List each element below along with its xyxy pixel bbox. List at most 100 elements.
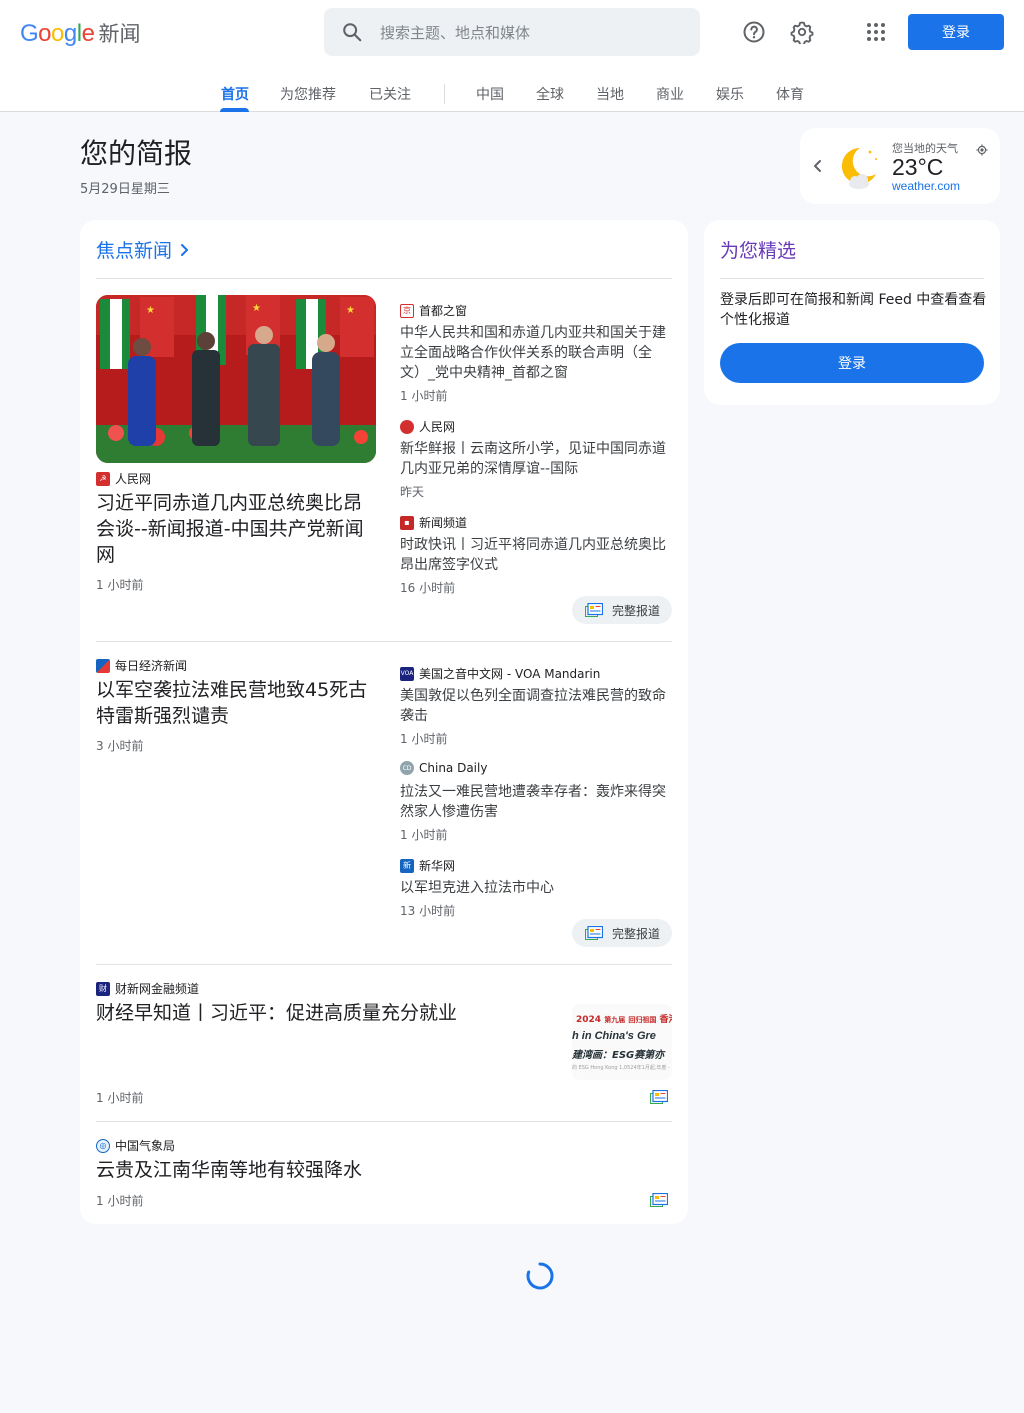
story-time: 1 小时前 bbox=[96, 578, 144, 592]
source-name: 美国之音中文网 - VOA Mandarin bbox=[419, 667, 601, 681]
svg-text:★: ★ bbox=[252, 303, 261, 314]
source-label[interactable]: 财 财新网金融频道 bbox=[96, 980, 199, 997]
thumbnail-text: 第九届 bbox=[604, 1016, 626, 1024]
story-time: 1 小时前 bbox=[400, 732, 448, 746]
people-daily-logo-icon: ☭ bbox=[96, 471, 110, 486]
source-label[interactable]: 人民网 bbox=[400, 418, 455, 435]
divider bbox=[96, 1121, 672, 1122]
help-icon[interactable] bbox=[738, 16, 770, 48]
full-coverage-button[interactable]: 完整报道 bbox=[572, 596, 672, 624]
full-coverage-icon[interactable] bbox=[650, 1192, 669, 1207]
picks-sign-in-button[interactable]: 登录 bbox=[720, 343, 984, 383]
tab-for-you[interactable]: 为您推荐 bbox=[280, 84, 336, 104]
topic-tabs: 首页 为您推荐 已关注 中国 全球 当地 商业 娱乐 体育 bbox=[0, 72, 1024, 112]
xinhua-logo-icon: 新 bbox=[400, 858, 414, 873]
tab-following[interactable]: 已关注 bbox=[369, 84, 411, 104]
source-label[interactable]: ▪ 新闻频道 bbox=[400, 514, 467, 531]
full-coverage-icon bbox=[585, 602, 604, 617]
source-label[interactable]: ◎ 中国气象局 bbox=[96, 1137, 175, 1154]
story-thumbnail[interactable]: 2024 第九届 回归祖国 香港 h in China's Gre 建湾画：ES… bbox=[572, 1004, 672, 1080]
top-stories-header[interactable]: 焦点新闻 bbox=[96, 236, 190, 263]
search-icon[interactable] bbox=[324, 8, 380, 56]
divider bbox=[96, 278, 672, 279]
source-label[interactable]: 京 首都之窗 bbox=[400, 302, 467, 319]
source-name: 每日经济新闻 bbox=[115, 659, 188, 673]
crescent-moon-cloud-icon bbox=[834, 142, 884, 192]
logo-news-label: 新闻 bbox=[98, 22, 141, 46]
story-time: 1 小时前 bbox=[400, 828, 448, 842]
tab-home[interactable]: 首页 bbox=[221, 84, 249, 104]
thumbnail-text: 2024 bbox=[576, 1015, 602, 1025]
story-time: 13 小时前 bbox=[400, 904, 456, 918]
related-headline[interactable]: 美国敦促以色列全面调查拉法难民营的致命袭击 bbox=[400, 686, 672, 726]
weather-source-link[interactable]: weather.com bbox=[892, 179, 960, 193]
caixin-logo-icon: 财 bbox=[96, 981, 110, 996]
svg-text:★: ★ bbox=[146, 305, 155, 316]
source-label[interactable]: 每日经济新闻 bbox=[96, 657, 187, 674]
related-headline[interactable]: 新华鲜报丨云南这所小学，见证中国同赤道几内亚兄弟的深情厚谊--国际 bbox=[400, 439, 672, 479]
people-daily-logo-icon bbox=[400, 419, 414, 434]
logo-letter: o bbox=[51, 20, 64, 47]
story-time: 1 小时前 bbox=[96, 1091, 144, 1105]
tab-entertainment[interactable]: 娱乐 bbox=[716, 84, 744, 104]
thumbnail-text: 回归祖国 bbox=[628, 1016, 657, 1024]
story-headline[interactable]: 财经早知道丨习近平：促进高质量充分就业 bbox=[96, 1000, 556, 1026]
tab-local[interactable]: 当地 bbox=[596, 84, 624, 104]
related-headline[interactable]: 以军坦克进入拉法市中心 bbox=[400, 878, 672, 898]
story-headline[interactable]: 云贵及江南华南等地有较强降水 bbox=[96, 1157, 556, 1183]
logo-letter: o bbox=[38, 20, 52, 47]
source-name: 人民网 bbox=[419, 420, 456, 434]
story-image[interactable]: ★ ★ ★ bbox=[96, 295, 376, 463]
story-headline[interactable]: 以军空袭拉法难民营地致45死古特雷斯强烈谴责 bbox=[96, 677, 372, 729]
apps-grid-icon[interactable] bbox=[860, 16, 892, 48]
story-headline[interactable]: 习近平同赤道几内亚总统奥比昂会谈--新闻报道-中国共产党新闻网 bbox=[96, 490, 380, 568]
thumbnail-text: h in China's Gre bbox=[572, 1030, 656, 1042]
loading-spinner-icon bbox=[524, 1260, 556, 1292]
google-news-logo[interactable]: G o o g l e 新闻 bbox=[20, 18, 140, 48]
full-coverage-icon[interactable] bbox=[650, 1089, 669, 1104]
source-name: China Daily bbox=[419, 761, 488, 775]
briefing-date: 5月29日星期三 bbox=[80, 182, 170, 197]
picks-description: 登录后即可在简报和新闻 Feed 中查看查看个性化报道 bbox=[720, 292, 987, 328]
full-coverage-button[interactable]: 完整报道 bbox=[572, 919, 672, 947]
related-headline[interactable]: 拉法又一难民营地遭袭幸存者：轰炸来得突然家人惨遭伤害 bbox=[400, 782, 672, 822]
thumbnail-text: 香港 bbox=[659, 1015, 672, 1025]
search-input[interactable]: 搜索主题、地点和媒体 bbox=[380, 22, 530, 43]
tab-world[interactable]: 全球 bbox=[536, 84, 564, 104]
story-time: 1 小时前 bbox=[96, 1194, 144, 1208]
sign-in-button[interactable]: 登录 bbox=[908, 14, 1004, 50]
tab-china[interactable]: 中国 bbox=[476, 84, 504, 104]
full-coverage-label: 完整报道 bbox=[612, 603, 661, 618]
divider bbox=[96, 964, 672, 965]
story-time: 16 小时前 bbox=[400, 581, 456, 595]
thumbnail-text: 建湾画：ESG赛第亦 bbox=[572, 1050, 665, 1061]
weather-widget[interactable]: 您当地的天气 23°C weather.com bbox=[800, 128, 1000, 204]
source-label[interactable]: VOA 美国之音中文网 - VOA Mandarin bbox=[400, 665, 600, 682]
logo-letter: g bbox=[63, 20, 77, 47]
thumbnail-text: 的 ESG Hong Kong 1,0524年1月起,年度 - bbox=[572, 1065, 670, 1071]
full-coverage-icon bbox=[585, 925, 604, 940]
source-name: 新华网 bbox=[419, 859, 456, 873]
tab-business[interactable]: 商业 bbox=[656, 84, 684, 104]
source-label[interactable]: CD China Daily bbox=[400, 761, 487, 775]
logo-letter: e bbox=[81, 20, 95, 47]
tab-sports[interactable]: 体育 bbox=[776, 84, 804, 104]
source-name: 新闻频道 bbox=[419, 516, 468, 530]
picks-for-you-card: 为您精选 登录后即可在简报和新闻 Feed 中查看查看个性化报道 登录 bbox=[704, 220, 1000, 405]
source-label[interactable]: 新 新华网 bbox=[400, 857, 455, 874]
chevron-left-icon[interactable] bbox=[810, 156, 826, 176]
related-headline[interactable]: 时政快讯丨习近平将同赤道几内亚总统奥比昂出席签字仪式 bbox=[400, 535, 672, 575]
china-daily-logo-icon: CD bbox=[400, 761, 414, 775]
related-headline[interactable]: 中华人民共和国和赤道几内亚共和国关于建立全面战略合作伙伴关系的联合声明（全文）_… bbox=[400, 323, 672, 383]
search-box[interactable]: 搜索主题、地点和媒体 bbox=[324, 8, 700, 56]
nbd-logo-icon bbox=[96, 658, 110, 673]
gear-icon[interactable] bbox=[786, 16, 818, 48]
story-time: 3 小时前 bbox=[96, 739, 144, 753]
capital-window-logo-icon: 京 bbox=[400, 303, 414, 318]
source-label[interactable]: ☭ 人民网 bbox=[96, 470, 151, 487]
chevron-right-icon bbox=[178, 242, 190, 258]
active-tab-indicator bbox=[220, 108, 249, 112]
voa-logo-icon: VOA bbox=[400, 666, 414, 681]
source-name: 人民网 bbox=[115, 472, 152, 486]
news-channel-logo-icon: ▪ bbox=[400, 515, 414, 530]
